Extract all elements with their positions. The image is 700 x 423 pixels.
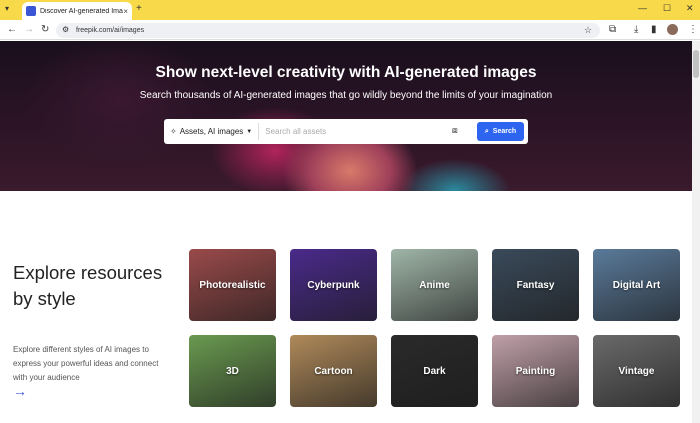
menu-icon[interactable]: ⋮: [688, 25, 698, 35]
style-card-label: Cartoon: [314, 365, 353, 377]
bookmark-star-icon[interactable]: ☆: [584, 26, 592, 35]
search-bar: ✧ Assets, AI images ▼ ⧈ ⌕ Search: [164, 119, 528, 144]
style-card-dark[interactable]: Dark: [391, 335, 478, 407]
explore-arrow-icon[interactable]: →: [13, 383, 27, 399]
profile-avatar[interactable]: [667, 24, 678, 35]
tab-title: Discover AI-generated Images: [40, 7, 123, 15]
tab-strip: ▾ Discover AI-generated Images × + — ☐ ✕: [0, 0, 700, 20]
page-scrollbar[interactable]: [692, 41, 700, 423]
style-card-photorealistic[interactable]: Photorealistic: [189, 249, 276, 321]
scrollbar-thumb[interactable]: [693, 50, 699, 78]
search-icon: ⌕: [484, 127, 489, 135]
style-card-label: Vintage: [618, 365, 655, 377]
style-card-cartoon[interactable]: Cartoon: [290, 335, 377, 407]
new-tab-button[interactable]: +: [136, 4, 142, 14]
style-card-anime[interactable]: Anime: [391, 249, 478, 321]
tab-close-icon[interactable]: ×: [123, 7, 128, 16]
minimize-icon[interactable]: —: [638, 4, 647, 13]
style-card-label: Photorealistic: [199, 279, 266, 291]
search-button-label: Search: [492, 128, 517, 135]
image-search-icon[interactable]: ⧈: [452, 125, 466, 138]
style-card-fantasy[interactable]: Fantasy: [492, 249, 579, 321]
ai-images-icon: ✧: [170, 127, 177, 136]
side-panel-icon[interactable]: ▮: [651, 25, 657, 35]
download-icon[interactable]: ⤓: [634, 25, 638, 35]
browser-tab[interactable]: Discover AI-generated Images ×: [22, 2, 132, 20]
freepik-favicon-icon: [26, 6, 36, 16]
tab-search-icon[interactable]: ▾: [5, 5, 9, 13]
close-window-icon[interactable]: ✕: [686, 4, 694, 13]
asset-type-dropdown[interactable]: ✧ Assets, AI images ▼: [164, 123, 260, 140]
section-description: Explore different styles of AI images to…: [13, 345, 159, 382]
url-text: freepik.com/ai/images: [76, 27, 145, 34]
style-card-label: Fantasy: [516, 279, 555, 291]
style-card-label: Painting: [515, 365, 556, 377]
style-card-vintage[interactable]: Vintage: [593, 335, 680, 407]
style-card-3d[interactable]: 3D: [189, 335, 276, 407]
maximize-icon[interactable]: ☐: [663, 4, 671, 13]
address-bar[interactable]: ⚙ freepik.com/ai/images ☆: [56, 23, 600, 38]
reload-icon[interactable]: ↻: [41, 25, 49, 35]
browser-toolbar: ← → ↻ ⚙ freepik.com/ai/images ☆ ⧉ ⤓ ▮ ⋮: [0, 20, 700, 40]
asset-type-label: Assets, AI images: [179, 127, 244, 136]
style-card-label: Cyberpunk: [307, 279, 360, 291]
hero-banner: Show next-level creativity with AI-gener…: [0, 41, 692, 191]
chevron-down-icon: ▼: [246, 128, 253, 135]
forward-icon[interactable]: →: [24, 25, 34, 35]
section-title: Explore resources by style: [13, 262, 163, 309]
style-card-label: Digital Art: [612, 279, 661, 291]
style-card-label: Anime: [419, 279, 450, 291]
back-icon[interactable]: ←: [7, 25, 17, 35]
style-card-label: 3D: [226, 365, 239, 377]
search-input[interactable]: [259, 127, 440, 136]
style-card-cyberpunk[interactable]: Cyberpunk: [290, 249, 377, 321]
hero-subtitle: Search thousands of AI-generated images …: [139, 90, 553, 101]
extensions-icon[interactable]: ⧉: [609, 25, 616, 35]
style-card-digital-art[interactable]: Digital Art: [593, 249, 680, 321]
hero-title: Show next-level creativity with AI-gener…: [155, 64, 537, 81]
search-button[interactable]: ⌕ Search: [477, 122, 524, 141]
style-card-label: Dark: [423, 365, 446, 377]
style-card-painting[interactable]: Painting: [492, 335, 579, 407]
site-info-icon[interactable]: ⚙: [62, 26, 69, 34]
